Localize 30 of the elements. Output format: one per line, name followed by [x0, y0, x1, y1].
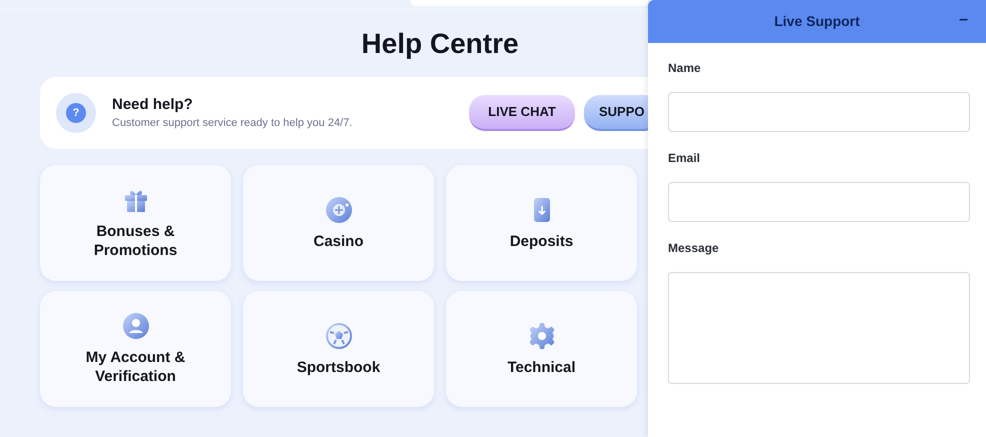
category-label: Technical: [507, 358, 576, 376]
category-card[interactable]: Bonuses & Promotions: [40, 165, 231, 281]
minimize-button[interactable]: –: [959, 10, 968, 30]
help-icon: ?: [66, 103, 86, 123]
category-label: Bonuses & Promotions: [92, 222, 178, 260]
banner-title: Need help?: [112, 95, 194, 115]
category-card[interactable]: Technical: [446, 291, 637, 407]
panel-title: Live Support: [774, 12, 860, 31]
field-label: Message: [668, 240, 720, 256]
category-label: Sportsbook: [296, 358, 380, 376]
support-button[interactable]: SUPPO: [584, 95, 648, 131]
casino-chip-icon: [324, 196, 352, 224]
banner-subtitle: Customer support service ready to help you 24/7.: [112, 116, 354, 131]
gear-icon: [528, 322, 556, 350]
category-card[interactable]: Deposits: [446, 165, 637, 281]
user-icon: [122, 312, 150, 340]
category-label: My Account & Verification: [84, 348, 186, 386]
input-field[interactable]: [668, 182, 970, 222]
message-field[interactable]: [668, 272, 970, 384]
category-label: Casino: [313, 232, 364, 250]
category-card[interactable]: Casino: [243, 165, 434, 281]
category-card[interactable]: My Account & Verification: [40, 291, 231, 407]
soccer-ball-icon: [324, 322, 352, 350]
field-label: Email: [668, 150, 702, 166]
category-label: Deposits: [510, 232, 574, 250]
field-label: Name: [668, 60, 702, 76]
page-title: Help Centre: [361, 27, 519, 61]
live-chat-button[interactable]: LIVE CHAT: [469, 95, 575, 131]
category-card[interactable]: Sportsbook: [243, 291, 434, 407]
input-field[interactable]: [668, 92, 970, 132]
